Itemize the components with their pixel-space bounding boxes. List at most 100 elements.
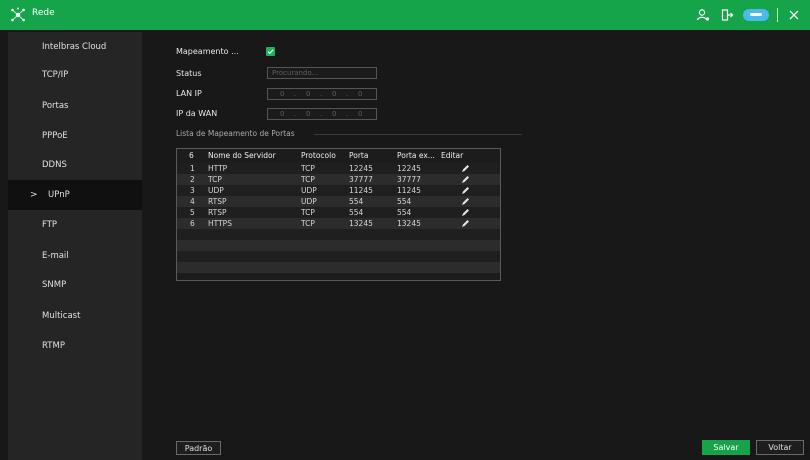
row-port: 554 (349, 208, 364, 217)
status-label: Status (176, 69, 202, 78)
table-row[interactable]: 4 RTSP UDP 554 554 (177, 196, 500, 207)
row-external-port: 554 (397, 197, 412, 206)
port-mapping-table: 6 Nome do Servidor Protocolo Porta Porta… (176, 148, 501, 281)
row-protocol: UDP (301, 197, 317, 206)
lan-ip-label: LAN IP (176, 89, 202, 98)
row-protocol: TCP (301, 175, 315, 184)
sidebar-item-snmp[interactable]: SNMP (8, 270, 142, 300)
wan-ip-label: IP da WAN (176, 109, 218, 118)
ip-separator: . (346, 110, 349, 118)
ip-octet: 0 (280, 90, 285, 98)
sidebar-item-portas[interactable]: Portas (8, 91, 142, 121)
row-name: RTSP (208, 208, 227, 217)
sidebar: Intelbras Cloud TCP/IP Portas PPPoE DDNS… (8, 32, 142, 460)
mapping-label: Mapeamento ... (176, 47, 239, 56)
default-button[interactable]: Padrão (176, 441, 221, 455)
status-field: Procurando... (267, 67, 377, 79)
sidebar-item-label: Multicast (42, 311, 81, 321)
sidebar-item-label: TCP/IP (42, 70, 69, 80)
pencil-icon[interactable] (460, 175, 470, 184)
row-port: 13245 (349, 219, 373, 228)
row-index: 1 (190, 164, 195, 173)
ip-separator: . (294, 90, 297, 98)
row-index: 5 (190, 208, 195, 217)
sidebar-item-upnp[interactable]: > UPnP (8, 180, 142, 210)
ip-octet: 0 (332, 110, 337, 118)
ip-octet: 0 (358, 90, 363, 98)
sidebar-item-pppoe[interactable]: PPPoE (8, 121, 142, 151)
sidebar-item-label: Intelbras Cloud (42, 42, 107, 52)
page-title: Rede (32, 8, 55, 18)
row-protocol: TCP (301, 164, 315, 173)
pencil-icon[interactable] (460, 186, 470, 195)
ip-octet: 0 (332, 90, 337, 98)
status-placeholder: Procurando... (272, 69, 319, 77)
ip-octet: 0 (280, 110, 285, 118)
table-row-empty (177, 262, 500, 273)
row-external-port: 554 (397, 208, 412, 217)
sidebar-item-label: SNMP (42, 280, 67, 290)
ip-octet: 0 (358, 110, 363, 118)
row-port: 37777 (349, 175, 373, 184)
pencil-icon[interactable] (460, 164, 470, 173)
table-row[interactable]: 2 TCP TCP 37777 37777 (177, 174, 500, 185)
section-title: Lista de Mapeamento de Portas (176, 129, 295, 138)
table-row[interactable]: 5 RTSP TCP 554 554 (177, 207, 500, 218)
sidebar-item-label: FTP (42, 220, 58, 230)
titlebar-divider (777, 8, 778, 22)
table-row[interactable]: 1 HTTP TCP 12245 12245 (177, 163, 500, 174)
network-icon (10, 7, 26, 23)
sidebar-item-label: Portas (42, 101, 69, 111)
lan-ip-field[interactable]: 0 . 0 . 0 . 0 (267, 88, 377, 100)
row-external-port: 37777 (397, 175, 421, 184)
sidebar-item-email[interactable]: E-mail (8, 241, 142, 271)
sidebar-item-rtmp[interactable]: RTMP (8, 331, 142, 361)
pencil-icon[interactable] (460, 197, 470, 206)
row-protocol: TCP (301, 219, 315, 228)
chevron-right-icon: > (30, 190, 38, 200)
row-name: TCP (208, 175, 222, 184)
header-port[interactable]: Porta (349, 151, 368, 160)
header-name[interactable]: Nome do Servidor (208, 151, 276, 160)
row-port: 554 (349, 197, 364, 206)
save-button[interactable]: Salvar (702, 440, 750, 455)
back-button[interactable]: Voltar (756, 440, 804, 455)
table-row-empty (177, 240, 500, 251)
header-protocol[interactable]: Protocolo (301, 151, 336, 160)
row-protocol: TCP (301, 208, 315, 217)
section-divider (314, 134, 522, 135)
header-external-port[interactable]: Porta ex... (397, 151, 435, 160)
row-index: 2 (190, 175, 195, 184)
sidebar-item-label: E-mail (42, 251, 69, 261)
pencil-icon[interactable] (460, 208, 470, 217)
ip-separator: . (346, 90, 349, 98)
cloud-icon[interactable] (743, 9, 769, 21)
table-header: 6 Nome do Servidor Protocolo Porta Porta… (177, 150, 500, 162)
table-row[interactable]: 6 HTTPS TCP 13245 13245 (177, 218, 500, 229)
user-icon[interactable] (695, 7, 711, 23)
sidebar-item-label: DDNS (42, 160, 67, 170)
sidebar-item-label: UPnP (48, 190, 70, 200)
sidebar-item-label: PPPoE (42, 131, 68, 141)
wan-ip-field[interactable]: 0 . 0 . 0 . 0 (267, 108, 377, 120)
row-name: HTTP (208, 164, 228, 173)
row-name: HTTPS (208, 219, 232, 228)
sidebar-item-label: RTMP (42, 341, 65, 351)
pencil-icon[interactable] (460, 219, 470, 228)
sidebar-item-multicast[interactable]: Multicast (8, 301, 142, 331)
close-icon[interactable] (786, 7, 802, 23)
ip-octet: 0 (306, 90, 311, 98)
row-external-port: 12245 (397, 164, 421, 173)
logout-icon[interactable] (719, 7, 735, 23)
table-row[interactable]: 3 UDP UDP 11245 11245 (177, 185, 500, 196)
mapping-checkbox[interactable] (266, 47, 275, 56)
sidebar-item-ddns[interactable]: DDNS (8, 150, 142, 180)
header-count: 6 (189, 151, 194, 160)
sidebar-item-ftp[interactable]: FTP (8, 210, 142, 240)
row-index: 3 (190, 186, 195, 195)
row-index: 6 (190, 219, 195, 228)
sidebar-item-tcp-ip[interactable]: TCP/IP (8, 60, 142, 90)
row-protocol: UDP (301, 186, 317, 195)
ip-separator: . (320, 90, 323, 98)
sidebar-item-intelbras-cloud[interactable]: Intelbras Cloud (8, 32, 142, 62)
